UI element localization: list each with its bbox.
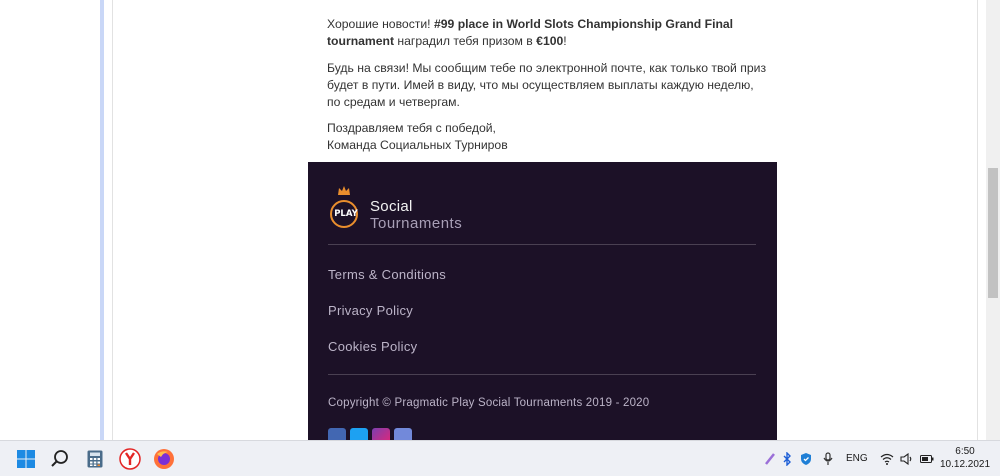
vertical-scrollbar[interactable]: [986, 0, 1000, 440]
system-clock[interactable]: 6:50 10.12.2021: [940, 445, 990, 471]
payout-paragraph: Будь на связи! Мы сообщим тебе по электр…: [327, 61, 767, 109]
logo-text-social: Social: [370, 198, 413, 215]
clock-time: 6:50: [955, 446, 975, 457]
right-border: [977, 0, 978, 440]
battery-icon[interactable]: [918, 441, 936, 476]
crown-icon: [338, 186, 350, 195]
terms-link[interactable]: Terms & Conditions: [328, 267, 446, 282]
defender-icon[interactable]: [798, 441, 814, 476]
wifi-icon[interactable]: [878, 441, 896, 476]
privacy-link[interactable]: Privacy Policy: [328, 303, 413, 318]
clock-date: 10.12.2021: [940, 459, 991, 470]
microphone-icon[interactable]: [820, 441, 836, 476]
footer-divider-top: [328, 244, 756, 245]
search-icon[interactable]: [44, 441, 76, 476]
email-footer: PLAY Social Tournaments Terms & Conditio…: [308, 162, 777, 440]
firefox-icon[interactable]: [148, 441, 180, 476]
email-body: Хорошие новости! #99 place in World Slot…: [308, 0, 777, 162]
signature-paragraph: Поздравляем тебя с победой, Команда Социа…: [327, 120, 767, 154]
logo-text-tournaments: Tournaments: [370, 215, 463, 232]
pen-icon[interactable]: [762, 441, 778, 476]
congrats-line: Поздравляем тебя с победой,: [327, 121, 496, 135]
instagram-icon[interactable]: [372, 428, 390, 440]
prize-amount: €100: [536, 34, 564, 48]
taskbar: ENG 6:50 10.12.2021: [0, 440, 1000, 476]
cookies-link[interactable]: Cookies Policy: [328, 339, 417, 354]
play-badge: PLAY: [330, 200, 358, 228]
award-text: наградил тебя призом в: [394, 34, 537, 48]
social-tournaments-logo[interactable]: PLAY Social Tournaments: [328, 186, 488, 232]
windows-start-icon[interactable]: [10, 441, 42, 476]
intro-text: Хорошие новости!: [327, 17, 434, 31]
left-border: [112, 0, 113, 440]
play-badge-text: PLAY: [334, 209, 358, 219]
left-accent-bar: [100, 0, 104, 440]
yandex-browser-icon[interactable]: [114, 441, 146, 476]
volume-icon[interactable]: [898, 441, 916, 476]
footer-divider-bottom: [328, 374, 756, 375]
twitter-icon[interactable]: [350, 428, 368, 440]
email-page: Хорошие новости! #99 place in World Slot…: [0, 0, 1000, 440]
facebook-icon[interactable]: [328, 428, 346, 440]
scrollbar-thumb[interactable]: [988, 168, 998, 298]
bluetooth-icon[interactable]: [780, 441, 794, 476]
prize-paragraph: Хорошие новости! #99 place in World Slot…: [327, 16, 767, 50]
exclamation: !: [563, 34, 567, 48]
copyright-text: Copyright © Pragmatic Play Social Tourna…: [328, 397, 650, 409]
language-indicator[interactable]: ENG: [846, 453, 868, 464]
discord-icon[interactable]: [394, 428, 412, 440]
calculator-icon[interactable]: [79, 441, 111, 476]
team-line: Команда Социальных Турниров: [327, 138, 508, 152]
